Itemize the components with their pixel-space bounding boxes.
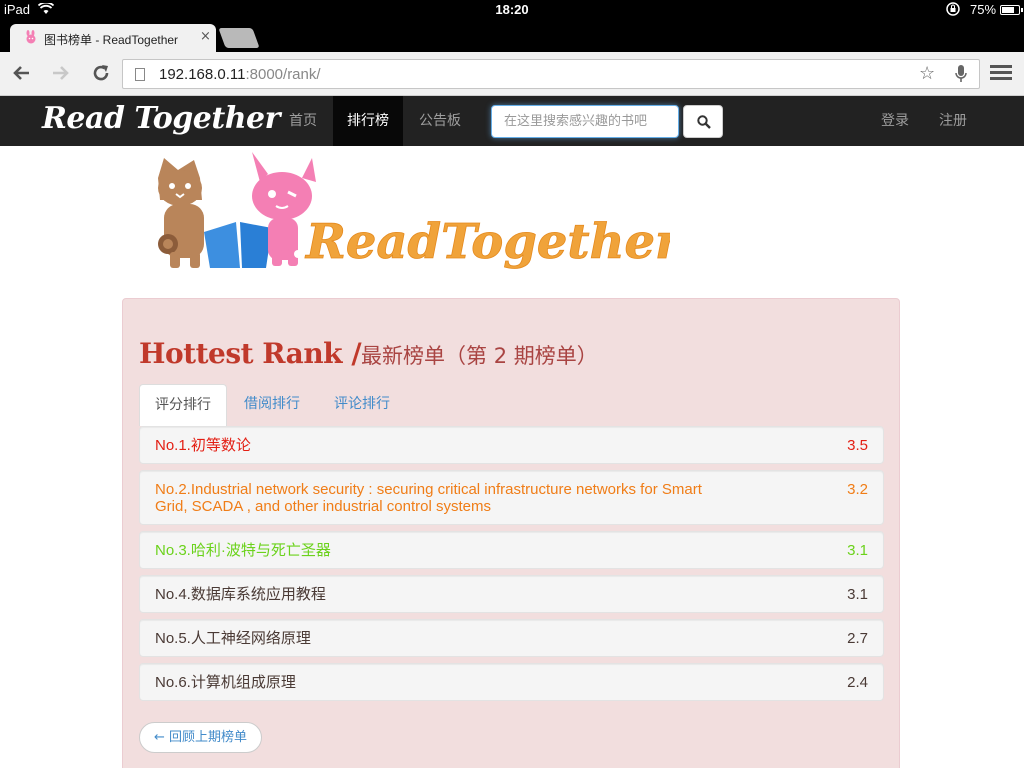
book-icon — [204, 222, 272, 268]
tab-comment[interactable]: 评论排行 — [319, 384, 405, 426]
status-bar: iPad 18:20 75% — [0, 0, 1024, 20]
tab-title: 图书榜单 - ReadTogether — [44, 33, 179, 47]
login-link[interactable]: 登录 — [867, 96, 923, 146]
rank-item-name: No.1.初等数论 — [155, 437, 251, 454]
tab-strip: 图书榜单 - ReadTogether × — [0, 20, 1024, 52]
battery-percent: 75% — [970, 2, 997, 17]
battery-icon — [1000, 5, 1023, 15]
title-english: Hottest Rank / — [139, 337, 362, 370]
nav-board[interactable]: 公告板 — [405, 96, 475, 146]
nav-home[interactable]: 首页 — [275, 96, 331, 146]
svg-text:ReadTogether: ReadTogether — [304, 214, 670, 270]
rank-panel: Hottest Rank /最新榜单（第 2 期榜单） 评分排行 借阅排行 评论… — [122, 298, 900, 768]
address-bar[interactable]: 192.168.0.11:8000/rank/ ☆ — [122, 59, 980, 89]
search-button[interactable] — [683, 105, 723, 138]
reload-icon[interactable] — [88, 62, 114, 86]
url-text: 192.168.0.11:8000/rank/ — [159, 66, 321, 83]
nav-rank[interactable]: 排行榜 — [333, 96, 403, 146]
browser-toolbar: 192.168.0.11:8000/rank/ ☆ — [0, 52, 1024, 96]
search-input[interactable]: 在这里搜索感兴趣的书吧 — [491, 105, 679, 138]
close-tab-icon[interactable]: × — [200, 29, 211, 44]
back-arrow-icon[interactable] — [8, 62, 34, 86]
microphone-icon[interactable] — [955, 64, 967, 88]
menu-icon[interactable] — [990, 65, 1012, 83]
forward-arrow-icon[interactable] — [48, 62, 74, 86]
new-tab-button[interactable] — [218, 28, 260, 48]
register-link[interactable]: 注册 — [925, 96, 981, 146]
rank-item-name: No.6.计算机组成原理 — [155, 674, 296, 691]
rank-item-2[interactable]: No.2.Industrial network security : secur… — [139, 470, 884, 525]
rank-item-name: No.4.数据库系统应用教程 — [155, 586, 326, 603]
site-navbar: Read Together 首页 排行榜 公告板 在这里搜索感兴趣的书吧 登录 … — [0, 96, 1024, 146]
title-chinese: 最新榜单（第 2 期榜单） — [361, 344, 598, 368]
page-title: Hottest Rank /最新榜单（第 2 期榜单） — [139, 337, 598, 370]
bookmark-star-icon[interactable]: ☆ — [919, 63, 935, 84]
brand-logo[interactable]: Read Together — [42, 101, 280, 136]
clock: 18:20 — [495, 2, 529, 17]
tab-borrow[interactable]: 借阅排行 — [229, 384, 315, 426]
rank-item-score: 3.1 — [847, 586, 868, 603]
rank-item-score: 2.7 — [847, 630, 868, 647]
rank-item-name: No.5.人工神经网络原理 — [155, 630, 311, 647]
rank-item-score: 3.1 — [847, 542, 868, 559]
rank-item-name: No.3.哈利·波特与死亡圣器 — [155, 542, 331, 559]
cat-mascot-icon — [158, 158, 204, 268]
rank-item-score: 2.4 — [847, 674, 868, 691]
search-icon — [697, 115, 711, 129]
rank-item-6[interactable]: No.6.计算机组成原理 2.4 — [139, 663, 884, 701]
tab-rating[interactable]: 评分排行 — [139, 384, 227, 426]
previous-rank-button[interactable]: ← 回顾上期榜单 — [139, 722, 263, 753]
page-icon — [135, 68, 145, 81]
rank-item-3[interactable]: No.3.哈利·波特与死亡圣器 3.1 — [139, 531, 884, 569]
rank-item-score: 3.5 — [847, 437, 868, 454]
browser-tab[interactable]: 图书榜单 - ReadTogether × — [10, 24, 216, 52]
rank-item-1[interactable]: No.1.初等数论 3.5 — [139, 426, 884, 464]
rank-tabs: 评分排行 借阅排行 评论排行 — [139, 384, 884, 426]
readtogether-logo: ReadTogether — [150, 148, 684, 276]
rank-item-score: 3.2 — [847, 481, 868, 498]
rank-item-4[interactable]: No.4.数据库系统应用教程 3.1 — [139, 575, 884, 613]
rank-item-5[interactable]: No.5.人工神经网络原理 2.7 — [139, 619, 884, 657]
rank-item-name: No.2.Industrial network security : secur… — [155, 481, 702, 515]
rabbit-favicon-icon — [24, 30, 38, 44]
rotation-lock-icon — [946, 2, 960, 20]
